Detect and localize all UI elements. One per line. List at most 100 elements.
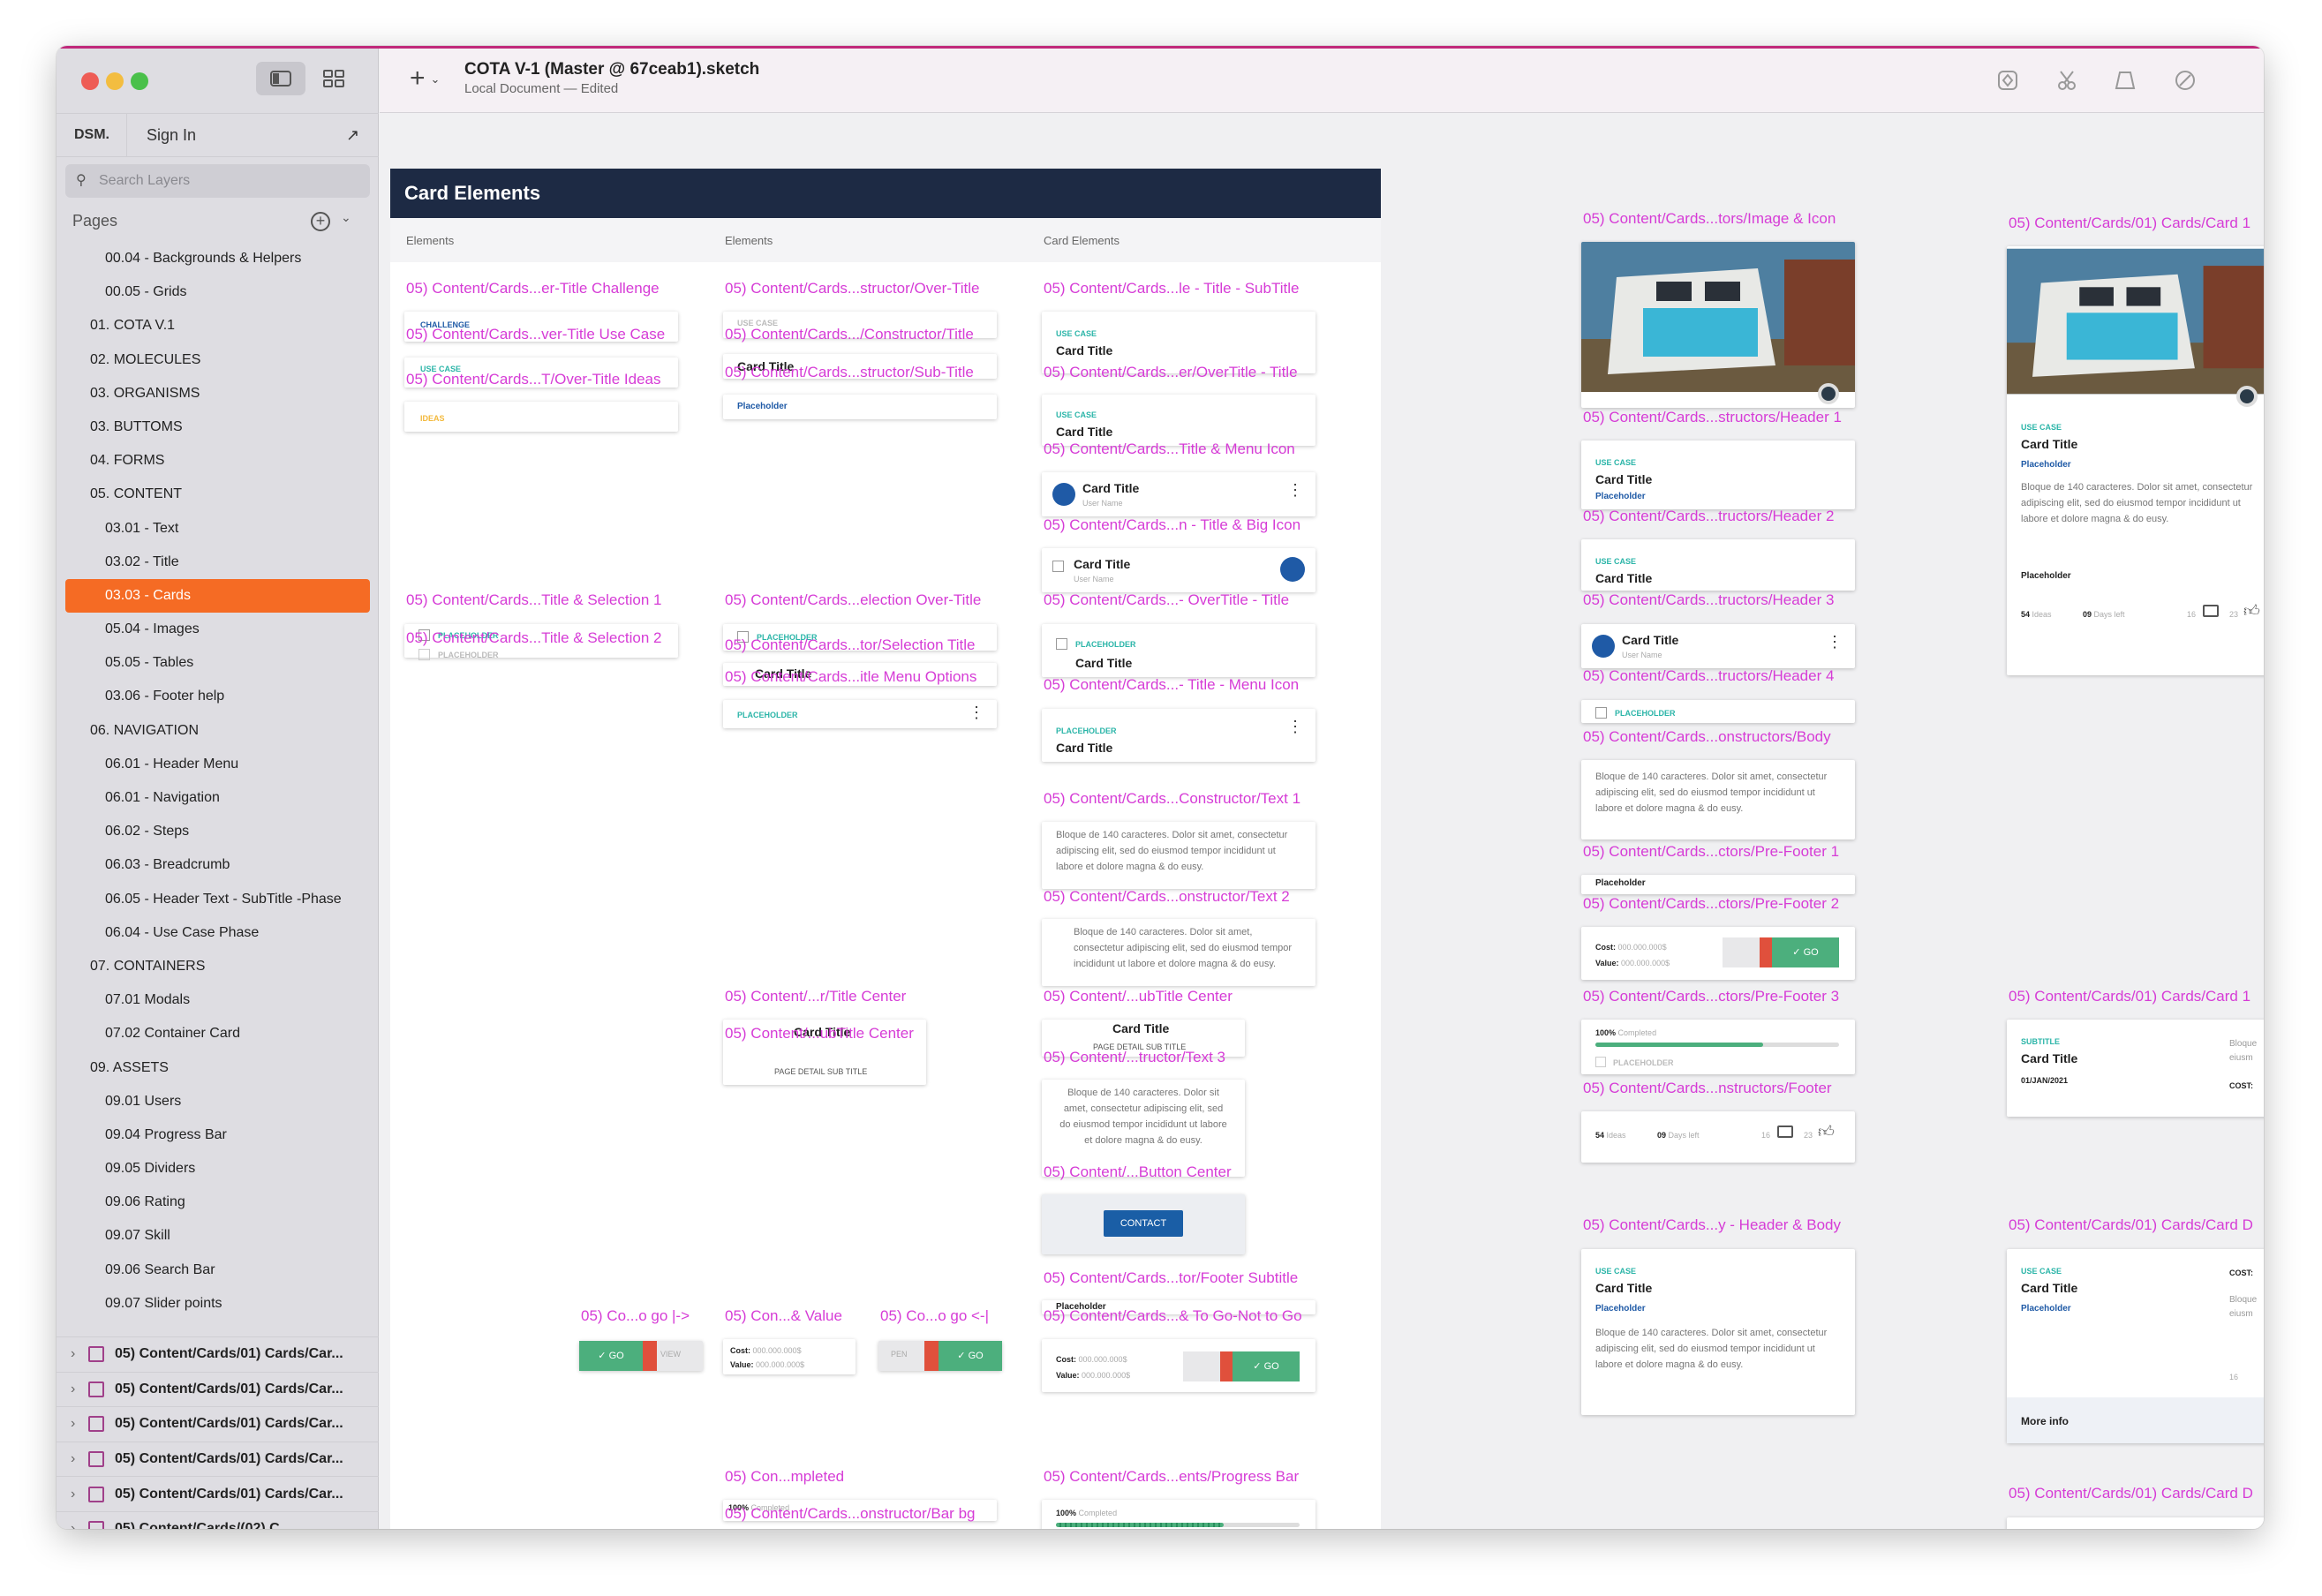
artboard-label[interactable]: 05) Content/Cards...- OverTitle - Title [1044, 591, 1289, 609]
edit-icon[interactable] [2172, 67, 2198, 94]
card-text-3[interactable]: Bloque de 140 caracteres. Dolor sit amet… [1042, 1080, 1245, 1177]
artboard-label[interactable]: 05) Content/Cards...y - Header & Body [1583, 1216, 1841, 1234]
more-options-icon[interactable]: ⋮ [1827, 633, 1843, 651]
page-item[interactable]: 03.01 - Text [57, 512, 379, 546]
artboard-label[interactable]: 05) Content/Cards...Title & Selection 1 [406, 591, 661, 609]
go-button-right[interactable]: PEN ✓ GO [878, 1341, 1002, 1371]
artboard-label[interactable]: 05) Content/Cards...onstructors/Body [1583, 728, 1831, 746]
artboard-label[interactable]: 05) Content/Cards...tructors/Header 3 [1583, 591, 1834, 609]
page-item[interactable]: 09.06 Search Bar [57, 1253, 379, 1287]
artboard-label[interactable]: 05) Content/Cards...Constructor/Text 1 [1044, 790, 1300, 808]
insert-button[interactable]: + ⌄ [410, 64, 440, 93]
chevron-right-icon[interactable]: › [71, 1451, 83, 1467]
page-item[interactable]: 05. CONTENT [57, 478, 379, 511]
artboard-label[interactable]: 05) Content/Cards...ents/Progress Bar [1044, 1468, 1299, 1486]
artboard-label[interactable]: 05) Content/Cards...Title & Menu Icon [1044, 440, 1295, 458]
card-header-body[interactable]: USE CASE Card Title Placeholder Bloque d… [1581, 1249, 1855, 1415]
card-header-1[interactable]: USE CASE Card Title Placeholder [1581, 440, 1855, 509]
close-window-button[interactable] [81, 72, 99, 90]
card-header-3[interactable]: Card Title User Name ⋮ [1581, 624, 1855, 668]
artboard-label[interactable]: 05) Content/Cards...ver-Title Use Case [406, 326, 665, 343]
page-item[interactable]: 09.06 Rating [57, 1186, 379, 1219]
artboard-label[interactable]: 05) Content/Cards...structor/Over-Title [725, 280, 979, 297]
search-input[interactable]: ⚲ Search Layers [65, 164, 370, 198]
card-over-title-ideas[interactable]: IDEAS [404, 402, 678, 432]
page-item[interactable]: 06.04 - Use Case Phase [57, 916, 379, 950]
artboard-label[interactable]: 05) Content/Cards...onstructor/Text 2 [1044, 888, 1290, 906]
page-item[interactable]: 06. NAVIGATION [57, 714, 379, 748]
page-item[interactable]: 06.05 - Header Text - SubTitle -Phase [57, 883, 379, 916]
page-item[interactable]: 05.04 - Images [57, 613, 379, 646]
page-item[interactable]: 00.04 - Backgrounds & Helpers [57, 242, 379, 275]
create-symbol-icon[interactable] [1994, 67, 2021, 94]
artboard-label[interactable]: 05) Content/Cards...ctors/Pre-Footer 1 [1583, 843, 1839, 861]
artboard-label[interactable]: 05) Con...mpleted [725, 1468, 844, 1486]
sidebar-toggle-button[interactable] [256, 62, 305, 95]
comment-icon[interactable] [2203, 605, 2219, 617]
card-title-big-icon[interactable]: Card Title User Name [1042, 548, 1316, 592]
page-item[interactable]: 09.05 Dividers [57, 1152, 379, 1186]
go-button-left[interactable]: ✓ GO VIEW [579, 1341, 703, 1371]
artboard-label[interactable]: 05) Co...o go <-| [880, 1307, 989, 1325]
more-info-link[interactable]: More info [2021, 1415, 2069, 1427]
artboard-label[interactable]: 05) Content/Cards...er-Title Challenge [406, 280, 660, 297]
artboard-label[interactable]: 05) Content/Cards/01) Cards/Card 1 [2009, 988, 2250, 1005]
card-header-2[interactable]: USE CASE Card Title [1581, 539, 1855, 591]
checkbox[interactable] [418, 649, 430, 660]
page-item[interactable]: 09.07 Slider points [57, 1287, 379, 1321]
artboard-label[interactable]: 05) Content/Cards...er/OverTitle - Title [1044, 364, 1298, 381]
artboard-label[interactable]: 05) Content/...ubTitle Center [725, 1025, 914, 1043]
card-cost-value[interactable]: Cost: 000.000.000$ Value: 000.000.000$ [723, 1339, 856, 1374]
like-icon[interactable]: 👍︎ [2243, 601, 2260, 621]
artboard-label[interactable]: 05) Content/Cards...onstructor/Bar bg [725, 1505, 975, 1523]
artboard-label[interactable]: 05) Content/Cards/01) Cards/Card 1 [2009, 215, 2250, 232]
like-icon[interactable]: 👍︎ [1818, 1122, 1835, 1141]
artboard-label[interactable]: 05) Content/Cards...tructors/Header 4 [1583, 667, 1834, 685]
components-view-button[interactable] [309, 62, 358, 95]
page-item[interactable]: 06.01 - Navigation [57, 781, 379, 815]
artboard-label[interactable]: 05) Content/Cards...ctors/Pre-Footer 2 [1583, 895, 1839, 913]
card-footer[interactable]: 54 Ideas 09 Days left 16 23 👍︎ [1581, 1111, 1855, 1163]
canvas[interactable]: Card Elements Elements Elements Card Ele… [380, 114, 2264, 1529]
artboard-label[interactable]: 05) Content/Cards...tors/Image & Icon [1583, 210, 1836, 228]
card-text-2[interactable]: Bloque de 140 caracteres. Dolor sit amet… [1042, 919, 1316, 986]
chevron-right-icon[interactable]: › [71, 1416, 83, 1432]
minimize-window-button[interactable] [106, 72, 124, 90]
artboard-label[interactable]: 05) Content/Cards...nstructors/Footer [1583, 1080, 1832, 1097]
card-text-1[interactable]: Bloque de 140 caracteres. Dolor sit amet… [1042, 822, 1316, 889]
page-item[interactable]: 03.03 - Cards [65, 578, 370, 614]
artboard-label[interactable]: 05) Co...o go |-> [581, 1307, 690, 1325]
layer-item[interactable]: › 05) Content/Cards/01) Cards/Car... [57, 1476, 379, 1511]
artboard-label[interactable]: 05) Content/...ubTitle Center [1044, 988, 1233, 1005]
page-item[interactable]: 02. MOLECULES [57, 343, 379, 377]
zoom-window-button[interactable] [131, 72, 148, 90]
artboard-label[interactable]: 05) Content/Cards...- Title - Menu Icon [1044, 676, 1299, 694]
artboard-label[interactable]: 05) Content/Cards...tor/Selection Title [725, 636, 975, 654]
artboard-label[interactable]: 05) Content/Cards...ctors/Pre-Footer 3 [1583, 988, 1839, 1005]
contact-button[interactable]: CONTACT [1104, 1210, 1183, 1237]
card-1-full[interactable]: USE CASE Card Title Placeholder Bloque d… [2007, 246, 2264, 675]
card-title-menu-icon-2[interactable]: PLACEHOLDER Card Title ⋮ [1042, 709, 1316, 762]
comment-icon[interactable] [1777, 1125, 1793, 1138]
card-d-1[interactable]: USE CASE Card Title Placeholder COST: Bl… [2007, 1249, 2264, 1443]
page-item[interactable]: 00.05 - Grids [57, 275, 379, 309]
artboard-label[interactable]: 05) Content/Cards...tor/Footer Subtitle [1044, 1269, 1298, 1287]
layer-item[interactable]: › 05) Content/Cards/01) Cards/Car... [57, 1336, 379, 1372]
layer-item[interactable]: › 05) Content/Cards/(02) C... [57, 1510, 379, 1529]
checkbox[interactable] [1056, 638, 1067, 650]
page-item[interactable]: 06.01 - Header Menu [57, 748, 379, 781]
card-progress-bar[interactable]: 100% Completed [1042, 1500, 1316, 1529]
checkbox[interactable] [1052, 561, 1064, 572]
artboard-label[interactable]: 05) Content/Cards...itle Menu Options [725, 668, 976, 686]
artboard-label[interactable]: 05) Content/Cards...& To Go-Not to Go [1044, 1307, 1302, 1325]
artboard-label[interactable]: 05) Content/...tructor/Text 3 [1044, 1049, 1225, 1066]
card-go-not-go[interactable]: Cost: 000.000.000$ Value: 000.000.000$ ✓… [1042, 1339, 1316, 1392]
chevron-right-icon[interactable]: › [71, 1346, 83, 1362]
page-item[interactable]: 06.03 - Breadcrumb [57, 848, 379, 882]
card-overtitle-title[interactable]: PLACEHOLDER Card Title [1042, 624, 1316, 677]
artboard-label[interactable]: 05) Content/Cards...Title & Selection 2 [406, 629, 661, 647]
artboard-label[interactable]: 05) Con...& Value [725, 1307, 842, 1325]
go-button[interactable]: ✓ GO [1760, 937, 1839, 967]
artboard-label[interactable]: 05) Content/Cards...le - Title - SubTitl… [1044, 280, 1299, 297]
card-title-menu-options[interactable]: PLACEHOLDER ⋮ [723, 700, 997, 728]
